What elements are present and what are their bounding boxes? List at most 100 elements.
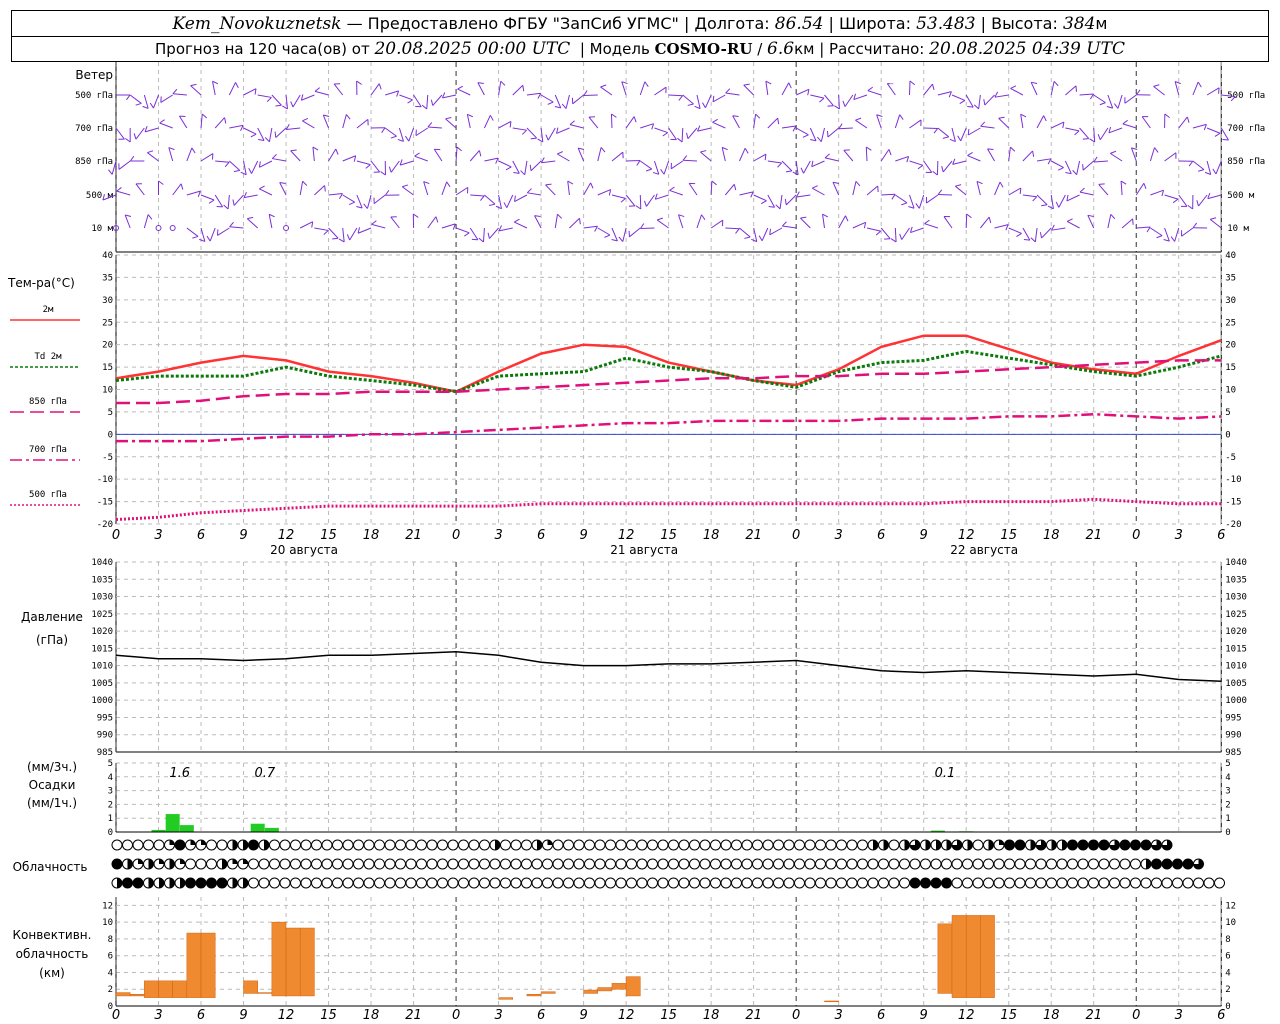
wind-barb: [414, 155, 428, 162]
wind-barb: [398, 127, 404, 142]
wind-barb-flag: [1153, 84, 1160, 87]
wind-barb: [186, 190, 201, 196]
temp-title: Тем-ра(°C): [7, 276, 75, 290]
wind-barb: [259, 188, 273, 196]
wind-barb: [527, 192, 542, 196]
precip-tick-right: 1: [1225, 814, 1230, 824]
wind-barb-flag: [1039, 232, 1042, 239]
wind-barb: [1093, 160, 1108, 163]
precip-tick-left: 2: [108, 800, 113, 810]
wind-barb-flag: [314, 87, 321, 92]
temp-tick-left: 5: [108, 408, 113, 418]
wind-barb: [1079, 93, 1094, 96]
wind-barb: [827, 127, 839, 138]
cloud-cover-symbol: [605, 839, 616, 851]
temp-hour-label: 3: [494, 528, 502, 543]
wind-barb: [753, 153, 767, 162]
temp-hour-label: 18: [703, 528, 720, 543]
cloud-cover-symbol: [857, 877, 868, 889]
wind-barb-flag: [569, 120, 575, 125]
temp-tick-right: -5: [1225, 453, 1236, 463]
wind-barb: [994, 181, 1001, 196]
wind-barb: [761, 227, 769, 241]
cloud-cover-fill: [122, 878, 133, 888]
wind-barb: [865, 146, 868, 162]
pressure-tick-left: 985: [97, 748, 113, 758]
cloud-cover-symbol: [878, 858, 889, 870]
cloud-cover-symbol: [1025, 858, 1036, 870]
wind-barb: [687, 127, 698, 140]
cloud-cover-fill: [169, 840, 175, 845]
wind-barb: [1192, 160, 1205, 171]
wind-barb-flag: [312, 146, 319, 151]
conv-tick-left: 12: [102, 901, 113, 911]
pressure-tick-left: 1025: [91, 610, 113, 620]
cloud-cover-symbol: [290, 877, 301, 889]
wind-barb: [275, 127, 287, 138]
wind-barb-flag: [371, 220, 377, 225]
wind-barb-flag: [855, 181, 861, 187]
wind-barb: [498, 227, 513, 232]
cloud-cover-symbol: [836, 877, 847, 889]
wind-barb: [215, 160, 230, 163]
wind-level-right: 700 гПа: [1227, 124, 1265, 134]
cloud-cover-fill: [941, 878, 952, 888]
temp-hour-label: 9: [579, 528, 587, 543]
conv-bar: [937, 923, 953, 994]
conv-bar: [498, 997, 514, 1000]
wind-barb: [279, 182, 287, 196]
pressure-title: Давление: [21, 610, 83, 624]
cloud-cover-fill: [180, 859, 185, 864]
cloud-cover-fill: [133, 878, 143, 888]
wind-barb: [732, 115, 740, 129]
temp-hour-label: 6: [537, 528, 545, 543]
wind-barb: [286, 127, 301, 130]
cloud-cover-symbol: [983, 877, 994, 889]
wind-barb: [556, 127, 570, 134]
wind-barb: [767, 194, 776, 208]
wind-barb-flag: [819, 97, 825, 103]
pressure-tick-left: 1030: [91, 593, 113, 603]
wind-barb-flag: [1154, 147, 1159, 153]
wind-barb: [547, 127, 556, 141]
wind-barb: [622, 227, 627, 242]
wind-barb-flag: [172, 88, 178, 95]
temp-tick-right: 0: [1225, 430, 1230, 440]
cloud-cover-symbol: [1214, 877, 1225, 889]
cloud-cover-symbol: [783, 858, 795, 870]
cloud-cover-symbol: [1077, 877, 1089, 889]
wind-barb: [455, 186, 469, 196]
wind-barb: [1206, 127, 1221, 134]
cloud-cover-symbol: [783, 877, 795, 889]
conv-hour-label: 6: [877, 1008, 885, 1023]
precip-tick-left: 1: [108, 814, 113, 824]
wind-barb: [967, 155, 981, 162]
cloud-cover-symbol: [447, 877, 459, 889]
wind-barb-flag: [1043, 115, 1047, 122]
wind-barb: [268, 127, 273, 142]
cloud-cover-symbol: [647, 877, 658, 889]
wind-barb: [978, 94, 981, 109]
cloud-cover-symbol: [258, 877, 270, 889]
temp-hour-label: 15: [1000, 528, 1017, 543]
wind-barb: [1117, 94, 1123, 109]
cloud-cover-symbol: [342, 877, 354, 889]
temp-hour-label: 12: [958, 528, 975, 543]
wind-barb-flag: [777, 118, 780, 125]
wind-barb: [455, 146, 458, 162]
wind-barb-flag: [983, 99, 986, 106]
wind-barb: [200, 227, 206, 242]
wind-barb: [682, 159, 697, 162]
wind-barb-flag: [133, 133, 137, 140]
wind-barb-flag: [335, 148, 339, 155]
wind-level-left: 500 м: [86, 191, 114, 201]
wind-barb-flag: [635, 205, 642, 210]
wind-barb-flag: [712, 118, 718, 123]
cloud-cover-fill: [169, 859, 175, 869]
wind-barb: [1065, 85, 1077, 96]
cloud-cover-symbol: [395, 877, 406, 889]
wind-barb: [1079, 191, 1094, 196]
cloud-cover-symbol: [752, 839, 763, 851]
cloud-cover-symbol: [794, 839, 805, 851]
wind-barb-flag: [777, 162, 783, 168]
